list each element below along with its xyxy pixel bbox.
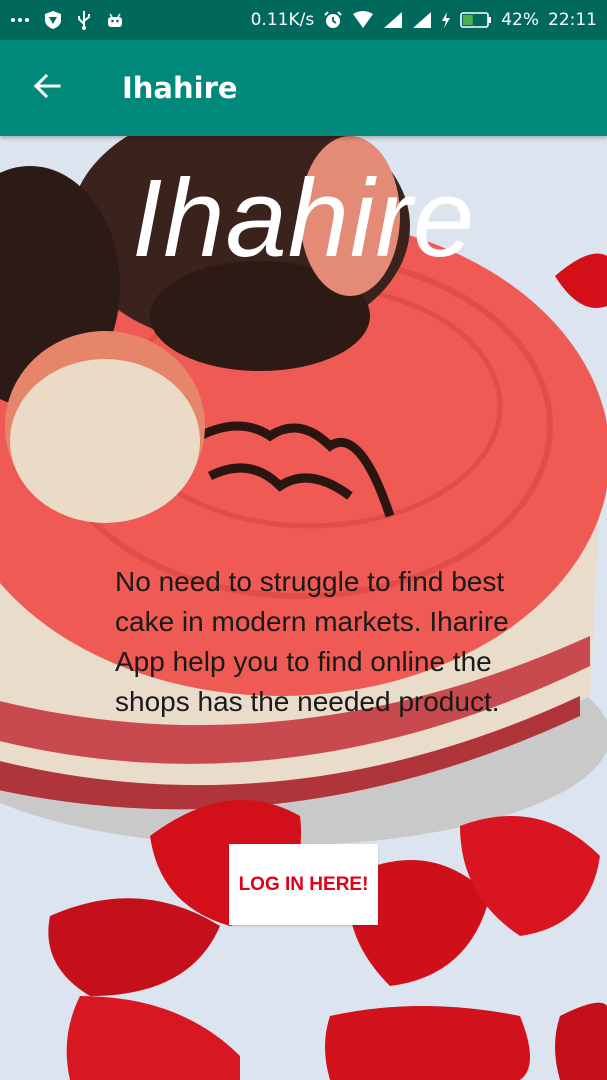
status-bar: 0.11K/s 42% 22:11 — [0, 0, 607, 40]
battery-fill — [463, 15, 473, 25]
charging-icon — [441, 11, 451, 29]
battery-icon — [460, 11, 492, 29]
alarm-icon — [323, 10, 343, 30]
login-button[interactable]: LOG IN HERE! — [229, 844, 378, 925]
signal-icon — [412, 11, 432, 29]
back-button[interactable] — [0, 40, 94, 136]
clock: 22:11 — [548, 10, 597, 30]
wifi-icon — [352, 11, 374, 29]
app-bar: Ihahire — [0, 40, 607, 136]
hero-title: Ihahire — [131, 157, 476, 280]
hero-section: Ihahire No need to struggle to find best… — [0, 136, 607, 1080]
android-icon — [106, 11, 124, 29]
network-speed: 0.11K/s — [250, 10, 315, 30]
vpn-icon — [44, 10, 62, 30]
more-dots-icon — [10, 16, 30, 24]
signal-icon — [383, 11, 403, 29]
hero-description: No need to struggle to find best cake in… — [115, 566, 509, 717]
usb-icon — [76, 10, 92, 30]
arrow-left-icon — [32, 71, 62, 105]
battery-percent: 42% — [501, 10, 539, 30]
app-title: Ihahire — [122, 71, 238, 105]
